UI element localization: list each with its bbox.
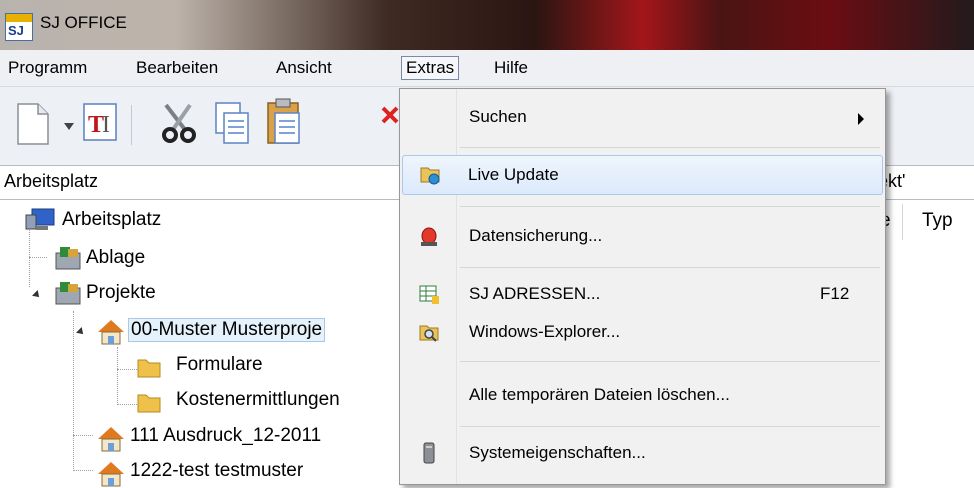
menu-item-windows-explorer-label: Windows-Explorer... [469, 322, 621, 341]
text-tool-icon[interactable]: T I [82, 102, 118, 142]
window-title: SJ OFFICE [40, 13, 127, 32]
tree-item-111[interactable]: 111 Ausdruck_12-2011 [130, 425, 321, 447]
menu-extras[interactable]: Extras [401, 56, 460, 80]
live-update-icon [420, 167, 440, 185]
new-document-icon[interactable] [16, 102, 50, 146]
paste-icon[interactable] [265, 97, 303, 147]
menu-item-systemeigenschaften-label: Systemeigenschaften... [469, 443, 646, 462]
house-icon [98, 462, 124, 487]
computer-icon [25, 208, 55, 230]
menu-item-datensicherung[interactable]: Datensicherung... [402, 217, 883, 257]
address-table-icon [419, 285, 439, 304]
menu-item-windows-explorer[interactable]: Windows-Explorer... [402, 313, 883, 353]
menu-bar: Programm Bearbeiten Ansicht Extras Hilfe [0, 50, 974, 87]
explorer-search-icon [419, 325, 439, 342]
menu-ansicht[interactable]: Ansicht [272, 56, 336, 80]
tree-line [73, 435, 93, 436]
title-bar: SJ SJ OFFICE [0, 0, 974, 50]
toolbar-separator [131, 105, 132, 145]
tree-item-formulare[interactable]: Formulare [176, 354, 263, 376]
menu-item-temp-loeschen-label: Alle temporären Dateien löschen... [469, 385, 730, 404]
tree-line [117, 369, 137, 370]
menu-item-sj-adressen[interactable]: SJ ADRESSEN... F12 [402, 275, 883, 315]
system-tower-icon [423, 442, 435, 464]
app-icon: SJ [5, 13, 33, 41]
shortcut-f12: F12 [820, 284, 850, 303]
menu-item-live-update-label: Live Update [468, 165, 559, 184]
menu-bearbeiten[interactable]: Bearbeiten [132, 56, 222, 80]
extras-menu: Suchen Live Update Datensicherung... SJ … [399, 88, 886, 485]
menu-separator [460, 206, 880, 207]
menu-separator [460, 426, 880, 427]
menu-item-live-update[interactable]: Live Update [402, 155, 883, 195]
menu-item-temp-loeschen[interactable]: Alle temporären Dateien löschen... [402, 376, 883, 416]
copy-icon[interactable] [212, 99, 252, 147]
menu-separator [460, 267, 880, 268]
folder-icon [137, 394, 161, 413]
svg-text:I: I [102, 112, 110, 138]
menu-hilfe[interactable]: Hilfe [490, 56, 532, 80]
tree-item-arbeitsplatz[interactable]: Arbeitsplatz [62, 209, 161, 231]
app-icon-text: SJ [8, 23, 24, 38]
menu-item-datensicherung-label: Datensicherung... [469, 226, 603, 245]
address-left: Arbeitsplatz [4, 171, 99, 191]
new-dropdown-arrow-icon[interactable] [64, 123, 74, 130]
tree-line [117, 347, 118, 405]
tree-item-1222[interactable]: 1222-test testmuster [130, 460, 303, 482]
tree-line [73, 470, 93, 471]
house-icon [98, 320, 124, 345]
menu-item-sj-adressen-label: SJ ADRESSEN... [469, 284, 601, 303]
menu-separator [460, 147, 880, 148]
menu-separator [460, 361, 880, 362]
list-header-typ[interactable]: Typ [922, 210, 953, 232]
house-icon [98, 427, 124, 452]
tree-line [73, 311, 74, 471]
submenu-arrow-icon [858, 113, 864, 125]
folder-icon [137, 359, 161, 378]
scissors-icon[interactable] [158, 101, 200, 145]
backup-alarm-icon [421, 227, 437, 246]
menu-programm[interactable]: Programm [4, 56, 91, 80]
tree-item-kostenermittlungen[interactable]: Kostenermittlungen [176, 389, 340, 411]
menu-item-systemeigenschaften[interactable]: Systemeigenschaften... [402, 434, 883, 474]
delete-icon[interactable] [380, 105, 400, 135]
column-separator[interactable] [902, 204, 903, 240]
tree-item-projekte[interactable]: Projekte [86, 282, 156, 304]
tree-line [117, 404, 137, 405]
tree-item-muster[interactable]: 00-Muster Musterproje [128, 318, 326, 342]
archive-icon [55, 247, 81, 270]
menu-item-suchen[interactable]: Suchen [402, 98, 883, 138]
menu-item-suchen-label: Suchen [469, 107, 527, 126]
tree-item-ablage[interactable]: Ablage [86, 247, 145, 269]
projects-icon [55, 282, 81, 305]
tree-line [29, 257, 47, 258]
